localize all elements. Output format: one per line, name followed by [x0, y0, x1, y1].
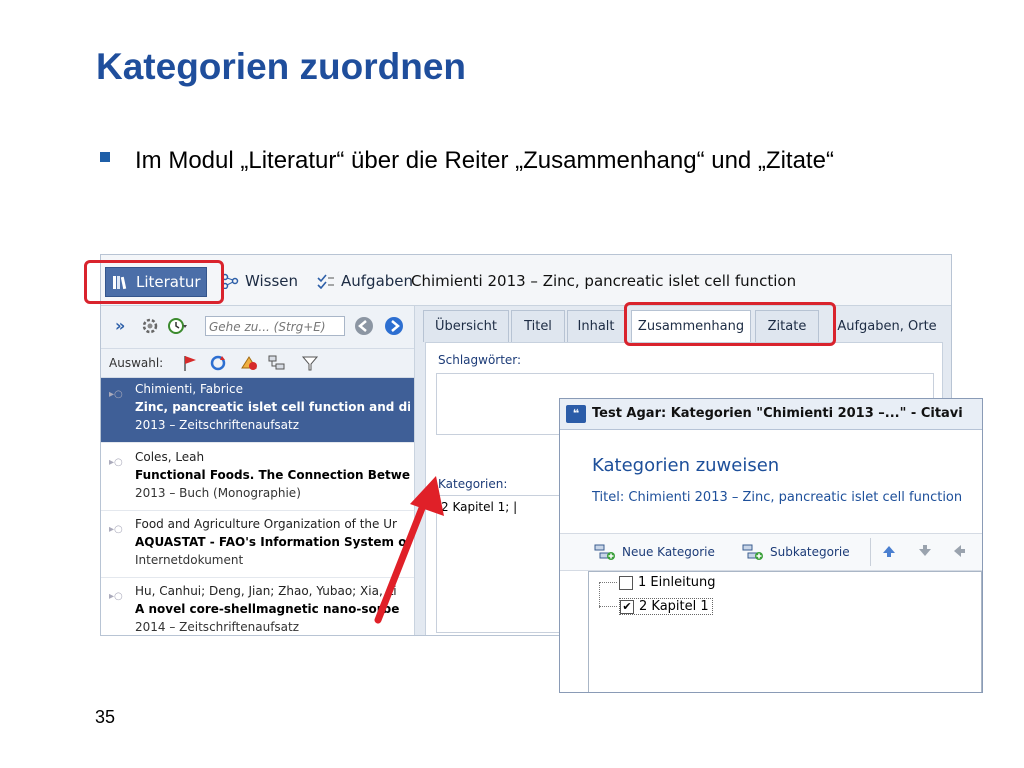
reference-row[interactable]: ▸○ Chimienti, Fabrice Zinc, pancreatic i…: [101, 378, 414, 443]
expand-nav-button[interactable]: »: [115, 316, 125, 335]
dialog-titlebar: ❝ Test Agar: Kategorien "Chimienti 2013 …: [560, 399, 982, 430]
page-number: 35: [95, 707, 116, 727]
wissen-module-button[interactable]: Wissen: [215, 267, 298, 295]
move-up-icon[interactable]: [882, 544, 896, 558]
subcategory-button[interactable]: Subkategorie: [742, 543, 850, 561]
tree-connector: [599, 582, 617, 583]
refresh-icon[interactable]: [209, 354, 227, 372]
reference-list-pane: » Gehe zu... (Strg+E) Auswahl: ▸○ Chimie…: [101, 306, 415, 635]
forward-arrow-icon[interactable]: [384, 316, 404, 336]
dialog-subtitle: Titel: Chimienti 2013 – Zinc, pancreatic…: [592, 490, 963, 505]
keywords-label: Schlagwörter:: [438, 353, 522, 367]
move-left-icon[interactable]: [952, 544, 966, 558]
selection-label: Auswahl:: [109, 356, 164, 370]
tree-item-label: 1 Einleitung: [638, 575, 716, 590]
wissen-label: Wissen: [245, 272, 299, 290]
pin-icon: ▸○: [109, 591, 123, 602]
reference-row[interactable]: ▸○ Hu, Canhui; Deng, Jian; Zhao, Yubao; …: [101, 580, 414, 635]
goto-search-input[interactable]: Gehe zu... (Strg+E): [205, 316, 345, 336]
filter-icon[interactable]: [301, 354, 319, 372]
reference-title: Zinc, pancreatic islet cell function and…: [135, 400, 410, 414]
dialog-toolbar: Neue Kategorie Subkategorie: [560, 533, 982, 571]
slide-title: Kategorien zuordnen: [96, 46, 467, 87]
reference-title: AQUASTAT - FAO's Information System o: [135, 535, 407, 549]
reference-authors: Coles, Leah: [135, 450, 205, 464]
move-down-icon[interactable]: [918, 544, 932, 558]
bullet-text: Im Modul „Literatur“ über die Reiter „Zu…: [135, 147, 834, 174]
tree-item[interactable]: 1 Einleitung: [619, 575, 716, 590]
pin-icon: ▸○: [109, 389, 123, 400]
bullet-marker: [100, 152, 110, 162]
document-title: Chimienti 2013 – Zinc, pancreatic islet …: [411, 272, 797, 290]
new-category-button[interactable]: Neue Kategorie: [594, 543, 715, 561]
new-category-label: Neue Kategorie: [622, 545, 715, 559]
dialog-heading: Kategorien zuweisen: [592, 455, 780, 476]
reference-row[interactable]: ▸○ Coles, Leah Functional Foods. The Con…: [101, 446, 414, 511]
toolbar-divider: [870, 538, 871, 566]
clear-selection-icon[interactable]: [239, 354, 259, 372]
search-toolbar: » Gehe zu... (Strg+E): [101, 306, 414, 349]
module-toolbar: Literatur Wissen Aufgaben Chimienti 2013…: [101, 255, 951, 306]
tree-connector: [599, 582, 610, 608]
reference-meta: 2014 – Zeitschriftenaufsatz: [135, 620, 300, 634]
flag-icon[interactable]: [181, 354, 199, 372]
category-checkbox[interactable]: [619, 575, 633, 590]
categories-dialog: ❝ Test Agar: Kategorien "Chimienti 2013 …: [559, 398, 983, 693]
reference-title: A novel core-shellmagnetic nano-sorbe: [135, 602, 400, 616]
pin-icon: ▸○: [109, 524, 123, 535]
tab-aufgaben-orte[interactable]: Aufgaben, Orte: [827, 310, 947, 342]
history-icon[interactable]: [167, 316, 189, 336]
tab-inhalt[interactable]: Inhalt: [567, 310, 625, 342]
tree-connector: [599, 606, 617, 607]
reference-meta: 2013 – Buch (Monographie): [135, 486, 301, 500]
subcategory-icon: [742, 544, 763, 560]
tab-uebersicht[interactable]: Übersicht: [423, 310, 509, 342]
pin-icon: ▸○: [109, 457, 123, 468]
tabs-highlight: [624, 302, 836, 346]
categories-value: 2 Kapitel 1; |: [441, 500, 518, 514]
reference-authors: Chimienti, Fabrice: [135, 382, 244, 396]
aufgaben-label: Aufgaben: [341, 272, 414, 290]
citavi-icon: ❝: [566, 405, 586, 423]
back-arrow-icon[interactable]: [354, 316, 374, 336]
gear-icon[interactable]: [141, 317, 159, 335]
tree-item[interactable]: ✔ 2 Kapitel 1: [619, 598, 713, 615]
category-checkbox[interactable]: ✔: [620, 599, 634, 614]
tasks-icon: [317, 274, 334, 289]
aufgaben-module-button[interactable]: Aufgaben: [311, 267, 413, 295]
new-category-icon: [594, 544, 615, 560]
reference-row[interactable]: ▸○ Food and Agriculture Organization of …: [101, 513, 414, 578]
selection-toolbar: Auswahl:: [101, 349, 414, 378]
arrow-annotation-icon: [374, 476, 444, 624]
subcategory-label: Subkategorie: [770, 545, 850, 559]
reference-authors: Hu, Canhui; Deng, Jian; Zhao, Yubao; Xia…: [135, 584, 397, 598]
reference-meta: Internetdokument: [135, 553, 244, 567]
category-tree: 1 Einleitung ✔ 2 Kapitel 1: [588, 571, 982, 692]
dialog-window-title: Test Agar: Kategorien "Chimienti 2013 –.…: [592, 406, 963, 421]
tab-titel[interactable]: Titel: [511, 310, 565, 342]
literatur-highlight: [84, 260, 224, 304]
reference-title: Functional Foods. The Connection Betwe: [135, 468, 410, 482]
tree-item-label: 2 Kapitel 1: [639, 599, 709, 614]
reference-meta: 2013 – Zeitschriftenaufsatz: [135, 418, 300, 432]
hierarchy-icon[interactable]: [267, 354, 287, 372]
reference-authors: Food and Agriculture Organization of the…: [135, 517, 397, 531]
